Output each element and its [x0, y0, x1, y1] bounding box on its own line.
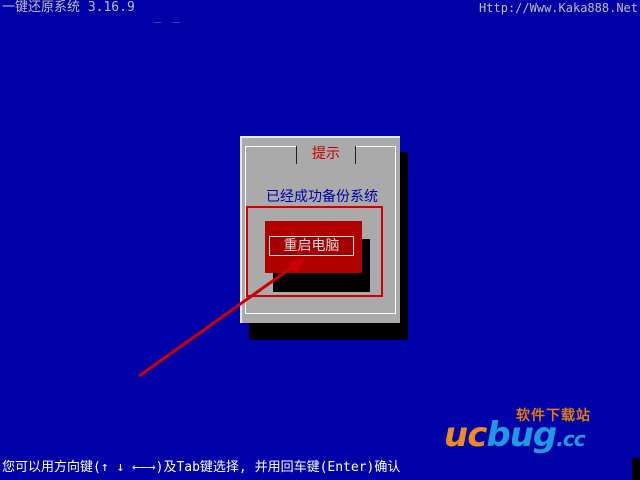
- dialog-title-tab: 提示: [296, 146, 356, 164]
- watermark-cc: .cc: [556, 427, 585, 451]
- watermark-logo: 软件下载站 ucbug.cc: [444, 405, 634, 465]
- corner-block: [632, 458, 640, 480]
- help-text: 您可以用方向键(↑ ↓ ←—→)及Tab键选择, 并用回车键(Enter)确认: [2, 460, 401, 475]
- watermark-bug: bug: [486, 415, 557, 455]
- annotation-highlight-box: [246, 206, 383, 297]
- dialog-message: 已经成功备份系统: [266, 189, 378, 205]
- website-url: Http://Www.Kaka888.Net: [479, 1, 638, 15]
- watermark-uc: uc: [444, 415, 487, 455]
- watermark-brand: ucbug.cc: [444, 415, 586, 459]
- dialog-title: 提示: [312, 146, 340, 162]
- text-cursor: _ _: [154, 9, 182, 23]
- top-bar: 一键还原系统 3.16.9 _ _ Http://Www.Kaka888.Net: [0, 0, 640, 23]
- app-title: 一键还原系统 3.16.9: [2, 0, 135, 15]
